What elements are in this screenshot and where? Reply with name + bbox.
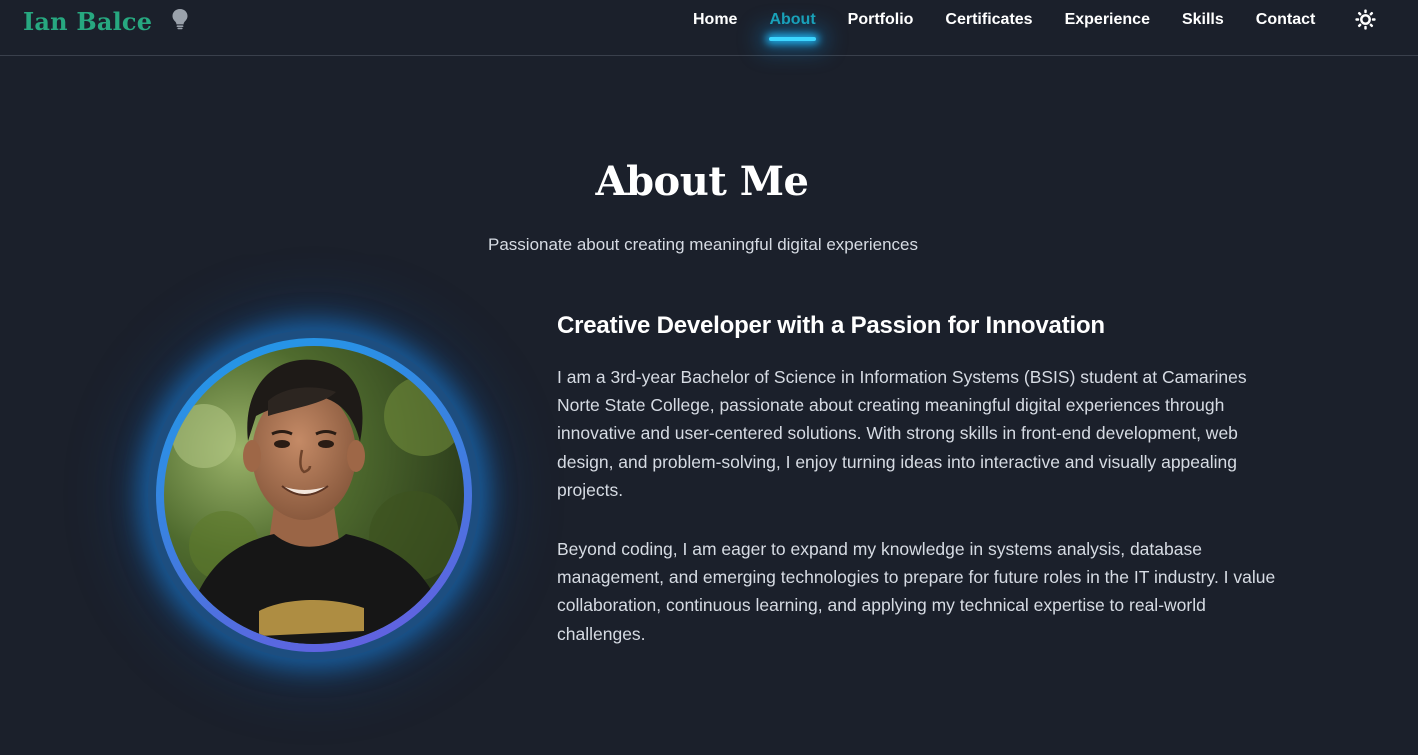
sun-icon[interactable] <box>1355 9 1376 30</box>
nav-link-skills[interactable]: Skills <box>1182 11 1224 29</box>
profile-photo-ring <box>156 338 472 652</box>
nav-links: Home About Portfolio Certificates Experi… <box>677 0 1331 41</box>
nav-link-about[interactable]: About <box>769 11 816 41</box>
nav-link-portfolio[interactable]: Portfolio <box>848 11 914 29</box>
lightbulb-icon <box>172 9 188 30</box>
nav-link-home[interactable]: Home <box>693 11 737 29</box>
nav-link-contact[interactable]: Contact <box>1256 11 1316 29</box>
navbar: Ian Balce Home About Portfolio Certifica… <box>0 0 1418 56</box>
about-heading: Creative Developer with a Passion for In… <box>557 312 1105 339</box>
nav-link-certificates[interactable]: Certificates <box>945 11 1032 29</box>
profile-photo-frame <box>148 330 480 660</box>
about-paragraph-1: I am a 3rd-year Bachelor of Science in I… <box>557 367 1247 500</box>
profile-photo <box>164 346 464 644</box>
brand[interactable]: Ian Balce <box>23 4 189 38</box>
about-paragraph-2: Beyond coding, I am eager to expand my k… <box>557 539 1276 644</box>
nav-link-experience[interactable]: Experience <box>1065 11 1150 29</box>
section-title: About Me <box>595 158 809 205</box>
brand-name[interactable]: Ian Balce <box>23 7 152 36</box>
section-subtitle: Passionate about creating meaningful dig… <box>488 235 918 254</box>
